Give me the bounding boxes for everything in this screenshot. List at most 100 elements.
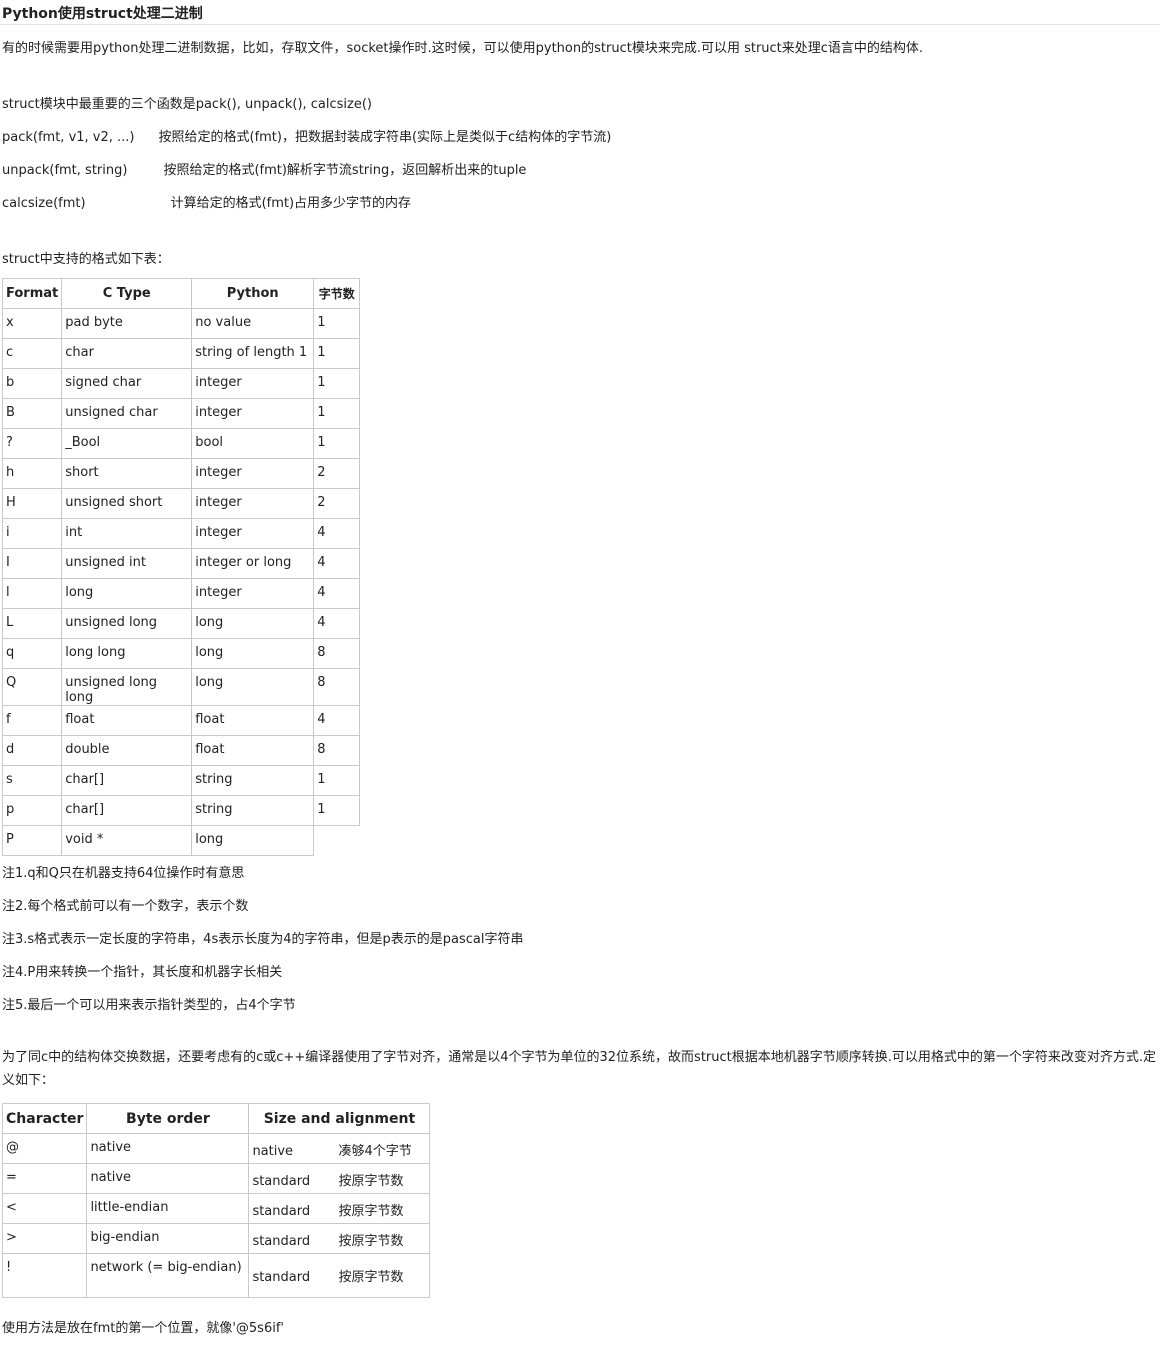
bytes-cell: 4: [313, 608, 361, 639]
python-cell: integer or long: [191, 548, 315, 579]
format-cell: H: [1, 488, 63, 519]
functions-heading: struct模块中最重要的三个函数是pack(), unpack(), calc…: [2, 97, 373, 112]
table-row: @ native native 凑够4个字节: [1, 1133, 431, 1164]
format-cell: P: [1, 825, 63, 856]
header-bytes: 字节数: [313, 278, 361, 309]
c-type-cell: void *: [61, 825, 193, 856]
format-cell: ?: [1, 428, 63, 459]
c-type-cell: signed char: [61, 368, 193, 399]
format-cell: l: [1, 578, 63, 609]
size-alignment-cell: standard 按原字节数: [248, 1163, 431, 1194]
table-row: b signed char integer 1: [1, 368, 361, 399]
unpack-description: 按照给定的格式(fmt)解析字节流string，返回解析出来的tuple: [163, 163, 527, 178]
bytes-cell: 1: [313, 398, 361, 429]
python-cell: long: [191, 825, 315, 856]
header-python: Python: [191, 278, 315, 309]
size-alignment-cell: native 凑够4个字节: [248, 1133, 431, 1164]
format-table: Format C Type Python 字节数 x pad byte no val…: [1, 278, 361, 856]
note-item: 注2.每个格式前可以有一个数字，表示个数: [2, 899, 249, 914]
c-type-cell: char[]: [61, 795, 193, 826]
c-type-cell: long: [61, 578, 193, 609]
header-size-alignment: Size and alignment: [248, 1103, 431, 1134]
bytes-cell: 8: [313, 735, 361, 766]
c-type-cell: int: [61, 518, 193, 549]
python-cell: string of length 1: [191, 338, 315, 369]
table-row: < little-endian standard 按原字节数: [1, 1193, 431, 1224]
python-cell: long: [191, 668, 315, 706]
python-cell: integer: [191, 368, 315, 399]
size-value: standard: [252, 1204, 311, 1219]
c-type-cell: unsigned int: [61, 548, 193, 579]
table-row: Hunsigned short integer 2: [1, 488, 361, 519]
size-alignment-cell: standard 按原字节数: [248, 1253, 431, 1298]
byte-order-table: Character Byte order Size and alignment …: [1, 1103, 431, 1298]
table-row: ! network (= big-endian) standard 按原字节数: [1, 1253, 431, 1298]
note-item: 注4.P用来转换一个指针，其长度和机器字长相关: [2, 965, 283, 980]
format-cell: b: [1, 368, 63, 399]
unpack-signature: unpack(fmt, string): [2, 163, 128, 178]
title-divider: [0, 24, 1160, 25]
bytes-cell: 4: [313, 705, 361, 736]
note-item: 注1.q和Q只在机器支持64位操作时有意思: [2, 866, 245, 881]
alignment-note: 按原字节数: [338, 1234, 404, 1249]
byte-order-cell: network (= big-endian): [86, 1253, 250, 1298]
size-value: standard: [252, 1270, 311, 1285]
table-row: ? _Bool bool 1: [1, 428, 361, 459]
note-item: 注5.最后一个可以用来表示指针类型的，占4个字节: [2, 998, 296, 1013]
pack-description: 按照给定的格式(fmt)，把数据封装成字符串(实际上是类似于c结构体的字节流): [158, 130, 612, 145]
format-cell: B: [1, 398, 63, 429]
bytes-cell: 1: [313, 765, 361, 796]
pack-line: pack(fmt, v1, v2, ...) 按照给定的格式(fmt)，把数据封装…: [2, 126, 611, 145]
note-item: 注3.s格式表示一定长度的字符串，4s表示长度为4的字符串，但是p表示的是pas…: [2, 932, 524, 947]
bytes-cell: 4: [313, 518, 361, 549]
c-type-cell: char: [61, 338, 193, 369]
character-cell: @: [1, 1133, 88, 1164]
character-cell: =: [1, 1163, 88, 1194]
python-cell: integer: [191, 488, 315, 519]
python-cell: no value: [191, 308, 315, 339]
table-row: Qunsigned long long long 8: [1, 668, 361, 706]
calcsize-line: calcsize(fmt) 计算给定的格式(fmt)占用多少字节的内存: [2, 192, 411, 211]
bytes-cell: 1: [313, 368, 361, 399]
format-cell: I: [1, 548, 63, 579]
size-value: standard: [252, 1174, 311, 1189]
table-row: q long long long 8: [1, 638, 361, 669]
c-type-cell: float: [61, 705, 193, 736]
alignment-note: 按原字节数: [338, 1174, 404, 1189]
python-cell: integer: [191, 458, 315, 489]
c-type-cell: _Bool: [61, 428, 193, 459]
byte-order-cell: little-endian: [86, 1193, 250, 1224]
table-row: f float float 4: [1, 705, 361, 736]
format-cell: x: [1, 308, 63, 339]
c-type-cell: unsigned long long: [61, 668, 193, 706]
format-table-header: Format C Type Python 字节数: [1, 278, 361, 309]
bytes-cell: 1: [313, 428, 361, 459]
python-cell: bool: [191, 428, 315, 459]
c-type-cell: short: [61, 458, 193, 489]
c-type-cell: double: [61, 735, 193, 766]
bytes-cell: 1: [313, 308, 361, 339]
table-row: s char[] string 1: [1, 765, 361, 796]
table-row: Pvoid * long: [1, 825, 360, 856]
table-row: d double float 8: [1, 735, 361, 766]
python-cell: long: [191, 638, 315, 669]
bytes-cell: 8: [313, 668, 361, 706]
alignment-note: 按原字节数: [338, 1270, 404, 1285]
table-row: i int integer 4: [1, 518, 361, 549]
size-alignment-cell: standard 按原字节数: [248, 1193, 431, 1224]
table-row: p char[] string 1: [1, 795, 361, 826]
bytes-cell: 4: [313, 578, 361, 609]
table-row: l long integer 4: [1, 578, 361, 609]
format-cell: p: [1, 795, 63, 826]
pack-signature: pack(fmt, v1, v2, ...): [2, 130, 135, 145]
format-cell: s: [1, 765, 63, 796]
python-cell: integer: [191, 398, 315, 429]
bytes-cell: 4: [313, 548, 361, 579]
c-type-cell: unsigned long: [61, 608, 193, 639]
header-c-type: C Type: [61, 278, 193, 309]
format-cell: c: [1, 338, 63, 369]
bytes-cell: 2: [313, 488, 361, 519]
size-alignment-cell: standard 按原字节数: [248, 1223, 431, 1254]
header-format: Format: [1, 278, 63, 309]
format-cell: Q: [1, 668, 63, 706]
